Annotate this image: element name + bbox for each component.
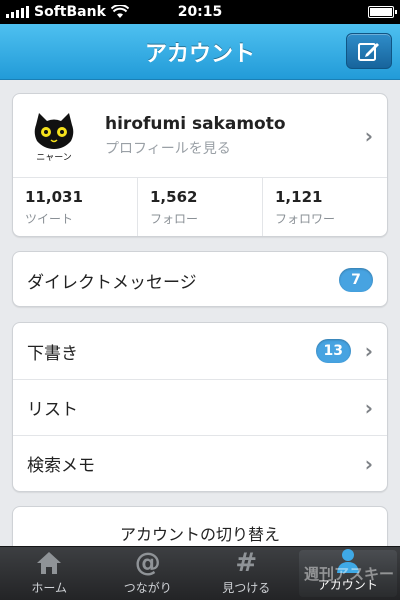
navigation-bar: アカウント bbox=[0, 24, 400, 80]
dm-count-badge: 7 bbox=[339, 268, 373, 292]
page-title: アカウント bbox=[144, 41, 255, 67]
menu-item-saved-searches[interactable]: 検索メモ › bbox=[13, 435, 387, 491]
menu-item-drafts[interactable]: 下書き 13 › bbox=[13, 323, 387, 379]
tab-label: ホーム bbox=[31, 581, 68, 595]
stat-following[interactable]: 1,562 フォロー bbox=[138, 178, 263, 236]
tab-account[interactable]: アカウント bbox=[298, 549, 397, 597]
stat-followers[interactable]: 1,121 フォロワー bbox=[263, 178, 387, 236]
at-icon: @ bbox=[134, 548, 161, 578]
carrier-name: SoftBank bbox=[34, 4, 106, 20]
direct-messages-card: ダイレクトメッセージ 7 bbox=[12, 251, 388, 307]
battery-icon bbox=[368, 6, 397, 18]
hashtag-icon: # bbox=[235, 548, 258, 578]
avatar-caption: ニャーン bbox=[36, 153, 72, 163]
compose-icon bbox=[358, 43, 379, 61]
chevron-right-icon: › bbox=[364, 451, 373, 476]
house-icon bbox=[35, 549, 63, 577]
direct-messages-row[interactable]: ダイレクトメッセージ 7 bbox=[13, 252, 387, 306]
tab-label: 見つける bbox=[222, 581, 271, 595]
view-profile-link[interactable]: プロフィールを見る bbox=[105, 138, 286, 158]
stat-value: 1,562 bbox=[150, 188, 198, 206]
drafts-count-badge: 13 bbox=[315, 339, 351, 363]
menu-item-lists[interactable]: リスト › bbox=[13, 379, 387, 435]
chevron-right-icon: › bbox=[364, 395, 373, 420]
menu-list-card: 下書き 13 › リスト › 検索メモ › bbox=[12, 322, 388, 492]
profile-name: hirofumi sakamoto bbox=[105, 113, 286, 134]
tab-label: つながり bbox=[123, 581, 172, 595]
stat-label: ツイート bbox=[25, 212, 74, 226]
stat-value: 11,031 bbox=[25, 188, 83, 206]
menu-item-label: 下書き bbox=[27, 343, 78, 364]
chevron-right-icon: › bbox=[364, 123, 373, 148]
stat-label: フォロー bbox=[150, 212, 199, 226]
direct-messages-label: ダイレクトメッセージ bbox=[27, 272, 197, 293]
avatar: ニャーン bbox=[27, 108, 81, 163]
signal-icon bbox=[6, 6, 29, 18]
tab-label: アカウント bbox=[317, 578, 378, 592]
menu-item-label: 検索メモ bbox=[27, 456, 95, 476]
stat-tweets[interactable]: 11,031 ツイート bbox=[13, 178, 138, 236]
tab-connect[interactable]: @ つながり bbox=[99, 547, 198, 600]
menu-item-label: リスト bbox=[27, 400, 78, 420]
profile-row[interactable]: ニャーン hirofumi sakamoto プロフィールを見る › bbox=[13, 94, 387, 178]
profile-card: ニャーン hirofumi sakamoto プロフィールを見る › 11,03… bbox=[12, 93, 388, 237]
tab-home[interactable]: ホーム bbox=[0, 547, 99, 600]
tab-discover[interactable]: # 見つける bbox=[197, 547, 296, 600]
black-cat-avatar-icon: ニャーン bbox=[34, 112, 74, 163]
stat-label: フォロワー bbox=[275, 212, 336, 226]
person-icon bbox=[334, 546, 362, 574]
compose-button[interactable] bbox=[346, 33, 392, 69]
status-bar: SoftBank 20:15 bbox=[0, 0, 400, 24]
stats-row: 11,031 ツイート 1,562 フォロー 1,121 フォロワー bbox=[13, 178, 387, 236]
tab-bar: ホーム @ つながり # 見つける アカウント 週刊アスキー bbox=[0, 546, 400, 600]
wifi-icon bbox=[110, 5, 129, 18]
stat-value: 1,121 bbox=[275, 188, 323, 206]
chevron-right-icon: › bbox=[364, 339, 373, 363]
